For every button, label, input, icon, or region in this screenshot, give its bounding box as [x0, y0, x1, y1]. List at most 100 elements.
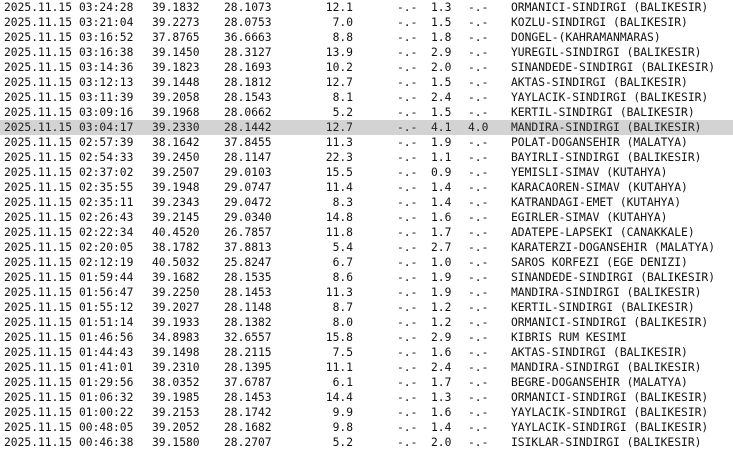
cell-place: ORMANICI-SINDIRGI (BALIKESIR) — [511, 391, 709, 404]
cell-mw: -.- — [468, 346, 489, 359]
earthquake-row[interactable]: 2025.11.15 02:20:05 38.1782 37.8813 5.4 -.- 2.… — [0, 240, 733, 255]
cell-ml: 0.9 — [431, 166, 452, 179]
cell-md: -.- — [397, 391, 418, 404]
cell-ml: 1.4 — [431, 421, 452, 434]
earthquake-row[interactable]: 2025.11.15 01:56:47 39.2250 28.1453 11.3 -.- 1… — [0, 285, 733, 300]
cell-lat: 39.2507 — [152, 166, 200, 179]
cell-date: 2025.11.15 — [4, 421, 73, 434]
cell-place: DONGEL-(KAHRAMANMARAS) — [511, 31, 661, 44]
cell-ml: 1.8 — [431, 31, 452, 44]
earthquake-row[interactable]: 2025.11.15 03:16:38 39.1450 28.3127 13.9 -.- 2… — [0, 45, 733, 60]
earthquake-row[interactable]: 2025.11.15 03:24:28 39.1832 28.1073 12.1 -.- 1… — [0, 0, 733, 15]
cell-place: AKTAS-SINDIRGI (BALIKESIR) — [511, 346, 688, 359]
earthquake-row[interactable]: 2025.11.15 01:55:12 39.2027 28.1148 8.7 -.- 1.… — [0, 300, 733, 315]
cell-time: 02:26:43 — [79, 211, 134, 224]
cell-md: -.- — [397, 226, 418, 239]
cell-ml: 1.4 — [431, 196, 452, 209]
cell-mw: -.- — [468, 211, 489, 224]
cell-time: 03:09:16 — [79, 106, 134, 119]
cell-md: -.- — [397, 406, 418, 419]
cell-md: -.- — [397, 76, 418, 89]
earthquake-row[interactable]: 2025.11.15 00:46:38 39.1580 28.2707 5.2 -.- 2.… — [0, 435, 733, 450]
earthquake-row[interactable]: 2025.11.15 01:00:22 39.2153 28.1742 9.9 -.- 1.… — [0, 405, 733, 420]
cell-time: 01:56:47 — [79, 286, 134, 299]
cell-date: 2025.11.15 — [4, 76, 73, 89]
cell-time: 01:44:43 — [79, 346, 134, 359]
cell-lon: 28.3127 — [224, 46, 272, 59]
earthquake-row[interactable]: 2025.11.15 01:59:44 39.1682 28.1535 8.6 -.- 1.… — [0, 270, 733, 285]
cell-date: 2025.11.15 — [4, 436, 73, 449]
earthquake-row[interactable]: 2025.11.15 01:06:32 39.1985 28.1453 14.4 -.- 1… — [0, 390, 733, 405]
cell-depth: 8.1 — [332, 91, 353, 104]
earthquake-row[interactable]: 2025.11.15 01:29:56 38.0352 37.6787 6.1 -.- 1.… — [0, 375, 733, 390]
cell-depth: 5.4 — [332, 241, 353, 254]
cell-md: -.- — [397, 196, 418, 209]
earthquake-row[interactable]: 2025.11.15 02:12:19 40.5032 25.8247 6.7 -.- 1.… — [0, 255, 733, 270]
cell-depth: 8.0 — [332, 316, 353, 329]
cell-md: -.- — [397, 256, 418, 269]
cell-lat: 39.1450 — [152, 46, 200, 59]
cell-place: MANDIRA-SINDIRGI (BALIKESIR) — [511, 121, 702, 134]
earthquake-row[interactable]: 2025.11.15 01:41:01 39.2310 28.1395 11.1 -.- 2… — [0, 360, 733, 375]
cell-ml: 2.9 — [431, 46, 452, 59]
earthquake-row[interactable]: 2025.11.15 00:48:05 39.2052 28.1682 9.8 -.- 1.… — [0, 420, 733, 435]
cell-date: 2025.11.15 — [4, 391, 73, 404]
cell-depth: 6.7 — [332, 256, 353, 269]
cell-lat: 39.2052 — [152, 421, 200, 434]
earthquake-row[interactable]: 2025.11.15 01:51:14 39.1933 28.1382 8.0 -.- 1.… — [0, 315, 733, 330]
earthquake-row[interactable]: 2025.11.15 03:14:36 39.1823 28.1693 10.2 -.- 2… — [0, 60, 733, 75]
earthquake-row[interactable]: 2025.11.15 02:37:02 39.2507 29.0103 15.5 -.- 0… — [0, 165, 733, 180]
earthquake-row[interactable]: 2025.11.15 02:26:43 39.2145 29.0340 14.8 -.- 1… — [0, 210, 733, 225]
earthquake-row[interactable]: 2025.11.15 01:46:56 34.8983 32.6557 15.8 -.- 2… — [0, 330, 733, 345]
earthquake-row[interactable]: 2025.11.15 03:21:04 39.2273 28.0753 7.0 -.- 1.… — [0, 15, 733, 30]
cell-lat: 39.2273 — [152, 16, 200, 29]
earthquake-row[interactable]: 2025.11.15 03:09:16 39.1968 28.0662 5.2 -.- 1.… — [0, 105, 733, 120]
cell-date: 2025.11.15 — [4, 316, 73, 329]
cell-depth: 8.7 — [332, 301, 353, 314]
cell-date: 2025.11.15 — [4, 151, 73, 164]
earthquake-row[interactable]: 2025.11.15 03:16:52 37.8765 36.6663 8.8 -.- 1.… — [0, 30, 733, 45]
cell-time: 01:46:56 — [79, 331, 134, 344]
earthquake-row[interactable]: 2025.11.15 02:35:11 39.2343 29.0472 8.3 -.- 1.… — [0, 195, 733, 210]
cell-mw: -.- — [468, 106, 489, 119]
cell-place: SAROS KORFEZI (EGE DENIZI) — [511, 256, 688, 269]
earthquake-row[interactable]: 2025.11.15 02:54:33 39.2450 28.1147 22.3 -.- 1… — [0, 150, 733, 165]
cell-md: -.- — [397, 46, 418, 59]
cell-ml: 1.9 — [431, 271, 452, 284]
cell-depth: 11.1 — [325, 361, 353, 374]
earthquake-row[interactable]: 2025.11.15 03:12:13 39.1448 28.1812 12.7 -.- 1… — [0, 75, 733, 90]
cell-lat: 38.0352 — [152, 376, 200, 389]
cell-date: 2025.11.15 — [4, 301, 73, 314]
earthquake-row[interactable]: 2025.11.15 03:11:39 39.2058 28.1543 8.1 -.- 2.… — [0, 90, 733, 105]
cell-time: 01:29:56 — [79, 376, 134, 389]
cell-mw: -.- — [468, 151, 489, 164]
cell-time: 02:35:11 — [79, 196, 134, 209]
earthquake-row[interactable]: 2025.11.15 01:44:43 39.1498 28.2115 7.5 -.- 1.… — [0, 345, 733, 360]
cell-lon: 37.6787 — [224, 376, 272, 389]
cell-date: 2025.11.15 — [4, 331, 73, 344]
earthquake-row[interactable]: 2025.11.15 02:57:39 38.1642 37.8455 11.3 -.- 1… — [0, 135, 733, 150]
cell-place: BEGRE-DOGANSEHIR (MALATYA) — [511, 376, 688, 389]
cell-time: 01:59:44 — [79, 271, 134, 284]
earthquake-row-selected[interactable]: 2025.11.15 03:04:17 39.2330 28.1442 12.7 -.- 4… — [0, 120, 733, 135]
cell-place: KARATERZI-DOGANSEHIR (MALATYA) — [511, 241, 716, 254]
cell-place: ORMANICI-SINDIRGI (BALIKESIR) — [511, 1, 709, 14]
earthquake-row[interactable]: 2025.11.15 02:22:34 40.4520 26.7857 11.8 -.- 1… — [0, 225, 733, 240]
cell-md: -.- — [397, 1, 418, 14]
cell-lat: 40.4520 — [152, 226, 200, 239]
cell-mw: -.- — [468, 271, 489, 284]
cell-lat: 38.1782 — [152, 241, 200, 254]
cell-lat: 39.2343 — [152, 196, 200, 209]
cell-ml: 1.5 — [431, 76, 452, 89]
cell-time: 01:06:32 — [79, 391, 134, 404]
cell-lon: 28.1543 — [224, 91, 272, 104]
earthquake-row[interactable]: 2025.11.15 02:35:55 39.1948 29.0747 11.4 -.- 1… — [0, 180, 733, 195]
cell-lon: 28.1812 — [224, 76, 272, 89]
cell-date: 2025.11.15 — [4, 241, 73, 254]
cell-place: BAYIRLI-SINDIRGI (BALIKESIR) — [511, 151, 702, 164]
cell-md: -.- — [397, 31, 418, 44]
cell-time: 00:46:38 — [79, 436, 134, 449]
cell-depth: 11.4 — [325, 181, 353, 194]
cell-lat: 39.2153 — [152, 406, 200, 419]
cell-lon: 28.0662 — [224, 106, 272, 119]
